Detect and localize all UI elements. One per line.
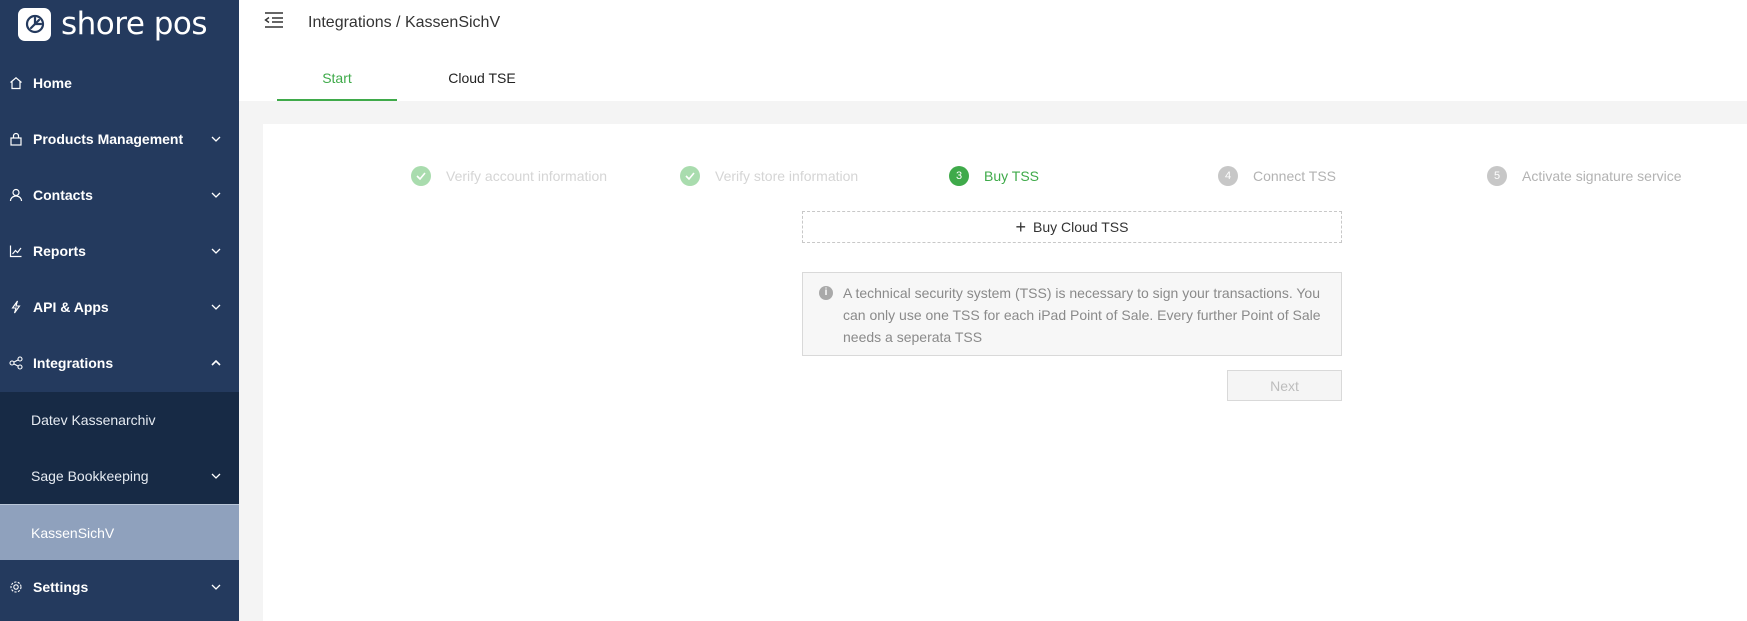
- sidebar-item-integrations[interactable]: Integrations: [0, 335, 239, 391]
- chevron-down-icon: [211, 302, 221, 312]
- sidebar-subitem-label: Sage Bookkeeping: [31, 468, 149, 484]
- info-icon: i: [819, 286, 833, 300]
- buy-cloud-tss-label: Buy Cloud TSS: [1033, 219, 1129, 235]
- sidebar: shore pos Home Products Management Conta…: [0, 0, 239, 621]
- chart-line-icon: [8, 243, 24, 259]
- sidebar-item-label: Integrations: [33, 355, 114, 371]
- tab-start[interactable]: Start: [277, 60, 397, 101]
- breadcrumb: Integrations / KassenSichV: [308, 14, 501, 31]
- sidebar-item-reports[interactable]: Reports: [0, 223, 239, 279]
- logo-text: shore pos: [61, 6, 208, 42]
- step-buy-tss: 3 Buy TSS: [949, 166, 1039, 186]
- chevron-up-icon: [211, 358, 221, 368]
- step-label: Verify store information: [715, 168, 859, 184]
- sidebar-item-label: Settings: [33, 579, 89, 595]
- info-alert: i A technical security system (TSS) is n…: [802, 272, 1342, 356]
- check-icon: [680, 166, 700, 186]
- plus-icon: +: [1015, 217, 1027, 237]
- check-icon: [411, 166, 431, 186]
- sidebar-item-settings[interactable]: Settings: [0, 559, 239, 615]
- content-card: [263, 124, 1747, 621]
- chevron-down-icon: [211, 134, 221, 144]
- integrations-submenu: Datev Kassenarchiv Sage Bookkeeping Kass…: [0, 392, 239, 560]
- sidebar-subitem-datev-kassenarchiv[interactable]: Datev Kassenarchiv: [0, 392, 239, 448]
- step-activate-signature: 5 Activate signature service: [1487, 166, 1682, 186]
- step-number: 3: [949, 166, 969, 186]
- logo-icon: [18, 7, 51, 41]
- sidebar-item-contacts[interactable]: Contacts: [0, 167, 239, 223]
- chevron-down-icon: [211, 471, 221, 481]
- lightning-icon: [8, 299, 24, 315]
- sidebar-item-label: Products Management: [33, 131, 184, 147]
- chevron-down-icon: [211, 582, 221, 592]
- sidebar-item-label: Contacts: [33, 187, 93, 203]
- step-label: Verify account information: [446, 168, 608, 184]
- menu-collapse-icon[interactable]: [264, 11, 284, 29]
- brand-logo[interactable]: shore pos: [18, 6, 208, 42]
- step-label: Activate signature service: [1522, 168, 1682, 184]
- sidebar-subitem-label: KassenSichV: [31, 524, 115, 541]
- step-verify-store: Verify store information: [680, 166, 858, 186]
- buy-cloud-tss-button[interactable]: + Buy Cloud TSS: [802, 211, 1342, 243]
- step-label: Connect TSS: [1253, 168, 1337, 184]
- chevron-down-icon: [211, 246, 221, 256]
- sidebar-item-label: Home: [33, 75, 72, 91]
- next-button[interactable]: Next: [1227, 370, 1342, 401]
- share-nodes-icon: [8, 355, 24, 371]
- info-text: A technical security system (TSS) is nec…: [843, 285, 1321, 345]
- sidebar-item-home[interactable]: Home: [0, 55, 239, 111]
- chevron-down-icon: [211, 190, 221, 200]
- gear-icon: [8, 579, 24, 595]
- step-connect-tss: 4 Connect TSS: [1218, 166, 1336, 186]
- sidebar-item-label: API & Apps: [33, 299, 109, 315]
- step-number: 4: [1218, 166, 1238, 186]
- tab-cloud-tse[interactable]: Cloud TSE: [417, 60, 547, 101]
- sidebar-item-label: Reports: [33, 243, 86, 259]
- sidebar-subitem-kassensichv[interactable]: KassenSichV: [0, 504, 239, 560]
- sidebar-item-products-management[interactable]: Products Management: [0, 111, 239, 167]
- user-icon: [8, 187, 24, 203]
- sidebar-item-api-apps[interactable]: API & Apps: [0, 279, 239, 335]
- step-verify-account: Verify account information: [411, 166, 607, 186]
- lock-icon: [8, 131, 24, 147]
- step-number: 5: [1487, 166, 1507, 186]
- step-label: Buy TSS: [984, 168, 1039, 184]
- sidebar-subitem-sage-bookkeeping[interactable]: Sage Bookkeeping: [0, 448, 239, 504]
- home-icon: [8, 75, 24, 91]
- sidebar-subitem-label: Datev Kassenarchiv: [31, 412, 156, 428]
